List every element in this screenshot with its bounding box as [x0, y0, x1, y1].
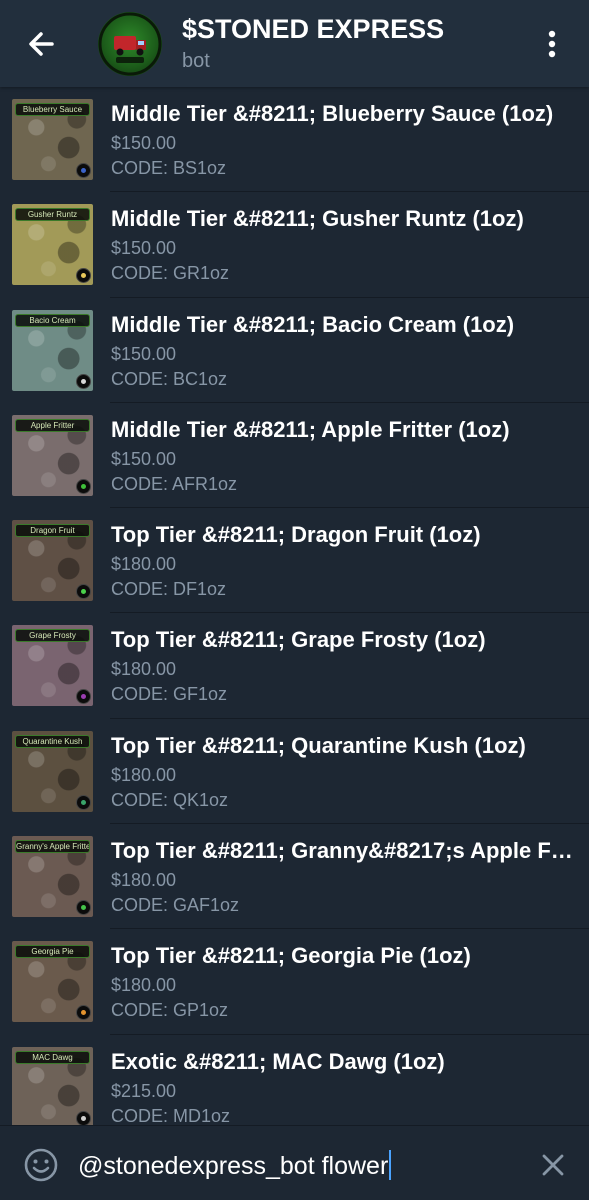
strain-badge-icon [76, 1005, 91, 1021]
item-price: $180.00 [111, 870, 177, 891]
thumbnail-label: Apple Fritter [15, 418, 90, 432]
strain-badge-icon [76, 584, 91, 600]
strain-badge-icon [76, 268, 91, 284]
thumbnail-label: Bacio Cream [15, 313, 90, 327]
strain-badge-icon [76, 478, 91, 494]
item-price: $180.00 [111, 659, 177, 680]
item-title: Middle Tier &#8211; Blueberry Sauce (1oz… [111, 101, 554, 126]
item-price: $150.00 [111, 343, 177, 364]
smiley-icon [24, 1148, 58, 1182]
strain-badge-icon [76, 373, 91, 389]
back-button[interactable] [22, 24, 62, 64]
item-price: $180.00 [111, 764, 177, 785]
item-title: Top Tier &#8211; Dragon Fruit (1oz) [111, 522, 481, 548]
item-title: Top Tier &#8211; Georgia Pie (1oz) [111, 943, 471, 969]
bot-avatar[interactable] [98, 12, 162, 76]
item-code: CODE: GAF1oz [111, 895, 240, 916]
item-code: CODE: BC1oz [111, 368, 228, 389]
message-input-bar: @stonedexpress_bot flower [0, 1125, 589, 1200]
item-code: CODE: GP1oz [111, 1000, 229, 1021]
strain-badge-icon [76, 689, 91, 705]
item-code: CODE: QK1oz [111, 789, 229, 810]
thumbnail-label: Georgia Pie [15, 945, 90, 959]
thumbnail-label: Granny's Apple Fritter [15, 840, 90, 854]
item-title: Exotic &#8211; MAC Dawg (1oz) [111, 1048, 445, 1074]
emoji-button[interactable] [22, 1146, 60, 1184]
item-code: CODE: DF1oz [111, 579, 227, 600]
item-title: Top Tier &#8211; Quarantine Kush (1oz) [111, 732, 526, 758]
truck-logo-icon [98, 12, 162, 76]
product-thumbnail: Grape Frosty [12, 625, 93, 707]
result-item[interactable]: Georgia Pie Top Tier &#8211; Georgia Pie … [0, 929, 589, 1035]
more-menu-button[interactable] [536, 26, 568, 62]
product-thumbnail: Apple Fritter [12, 414, 93, 496]
thumbnail-label: MAC Dawg [15, 1050, 90, 1064]
product-thumbnail: Bacio Cream [12, 309, 93, 391]
text-caret [389, 1150, 392, 1180]
result-item[interactable]: Granny's Apple Fritter Top Tier &#8211; G… [0, 824, 589, 930]
result-item[interactable]: Grape Frosty Top Tier &#8211; Grape Frost… [0, 613, 589, 719]
item-title: Top Tier &#8211; Granny&#8217;s Apple Fr… [111, 838, 581, 864]
strain-badge-icon [76, 900, 91, 916]
item-price: $180.00 [111, 975, 177, 996]
item-code: CODE: GF1oz [111, 684, 228, 705]
chat-title: $STONED EXPRESS [182, 14, 445, 44]
item-price: $150.00 [111, 448, 177, 469]
result-item[interactable]: Quarantine Kush Top Tier &#8211; Quaranti… [0, 719, 589, 825]
thumbnail-label: Gusher Runtz [15, 208, 90, 222]
product-thumbnail: Granny's Apple Fritter [12, 836, 93, 918]
product-thumbnail: MAC Dawg [12, 1046, 93, 1125]
item-title: Top Tier &#8211; Grape Frosty (1oz) [111, 627, 486, 653]
close-icon [542, 1154, 564, 1176]
item-code: CODE: MD1oz [111, 1105, 231, 1125]
item-price: $215.00 [111, 1080, 177, 1101]
item-title: Middle Tier &#8211; Apple Fritter (1oz) [111, 416, 510, 442]
product-thumbnail: Gusher Runtz [12, 204, 93, 286]
item-title: Middle Tier &#8211; Bacio Cream (1oz) [111, 311, 515, 337]
result-item[interactable]: Dragon Fruit Top Tier &#8211; Dragon Frui… [0, 508, 589, 614]
product-thumbnail: Georgia Pie [12, 941, 93, 1023]
item-code: CODE: GR1oz [111, 263, 230, 284]
result-item[interactable]: Apple Fritter Middle Tier &#8211; Apple F… [0, 403, 589, 509]
product-thumbnail: Quarantine Kush [12, 730, 93, 812]
strain-badge-icon [76, 794, 91, 810]
item-price: $150.00 [111, 133, 177, 153]
strain-badge-icon [76, 163, 91, 178]
more-vertical-icon [548, 30, 556, 58]
inline-results-list: Blueberry Sauce Middle Tier &#8211; Blueb… [0, 87, 589, 1125]
clear-input-button[interactable] [538, 1150, 568, 1180]
thumbnail-label: Grape Frosty [15, 629, 90, 643]
item-price: $180.00 [111, 554, 177, 575]
item-title: Middle Tier &#8211; Gusher Runtz (1oz) [111, 206, 524, 232]
item-code: CODE: BS1oz [111, 158, 227, 178]
result-item[interactable]: Blueberry Sauce Middle Tier &#8211; Blueb… [0, 87, 589, 193]
product-thumbnail: Blueberry Sauce [12, 99, 93, 180]
message-input-value: @stonedexpress_bot flower [78, 1152, 389, 1180]
result-item[interactable]: Gusher Runtz Middle Tier &#8211; Gusher R… [0, 192, 589, 298]
product-thumbnail: Dragon Fruit [12, 520, 93, 602]
result-item[interactable]: MAC Dawg Exotic &#8211; MAC Dawg (1oz) $21… [0, 1035, 589, 1125]
item-price: $150.00 [111, 238, 177, 259]
thumbnail-label: Dragon Fruit [15, 524, 90, 538]
chat-subtitle: bot [182, 50, 210, 72]
thumbnail-label: Blueberry Sauce [15, 103, 90, 116]
thumbnail-label: Quarantine Kush [15, 734, 90, 748]
app-header: $STONED EXPRESS bot [0, 0, 589, 87]
item-code: CODE: AFR1oz [111, 473, 238, 494]
result-item[interactable]: Bacio Cream Middle Tier &#8211; Bacio Cre… [0, 298, 589, 403]
arrow-left-icon [29, 32, 54, 56]
strain-badge-icon [76, 1110, 91, 1125]
message-input[interactable]: @stonedexpress_bot flower [78, 1150, 392, 1181]
